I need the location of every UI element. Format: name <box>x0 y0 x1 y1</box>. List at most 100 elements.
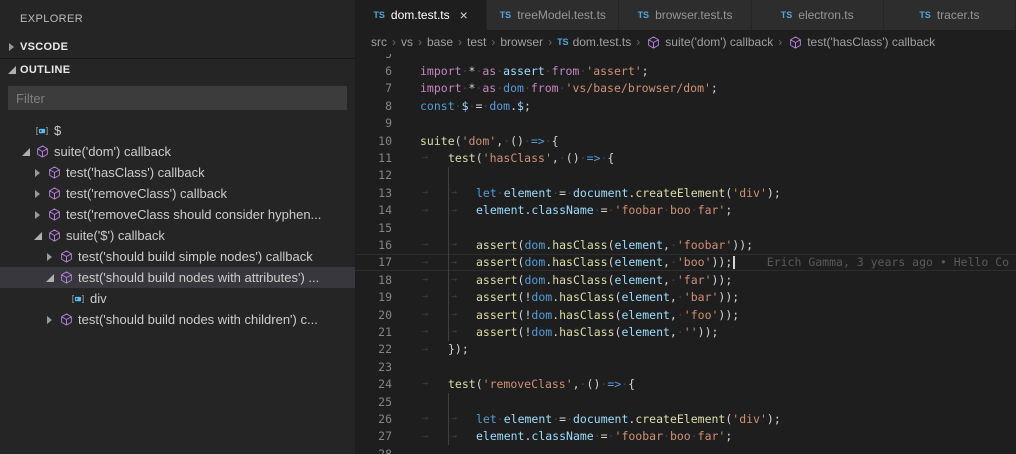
code-line[interactable]: 9 <box>355 115 1016 132</box>
code-line[interactable]: 28 <box>355 445 1016 454</box>
code-line[interactable]: 6 import · * · as · assert · from ·'assert'; <box>355 62 1016 79</box>
outline-item[interactable]: test('removeClass should consider hyphen… <box>0 204 355 225</box>
breadcrumb-item[interactable]: vs <box>401 35 413 49</box>
code-token: dom <box>524 272 546 287</box>
twisty-expanded-icon[interactable] <box>44 273 58 283</box>
code-line[interactable]: 8 const · $ · = · dom. $; <box>355 97 1016 114</box>
code-line[interactable]: 16 → → assert(dom. hasClass(element, ·'foobar… <box>355 236 1016 254</box>
code-token: ( <box>607 255 615 270</box>
tab-browser.test.ts[interactable]: TS browser.test.ts <box>619 0 752 30</box>
code-line[interactable]: 5 <box>355 54 1016 62</box>
code-line[interactable]: 24 → test('removeClass', ·() · => ·{ <box>355 375 1016 392</box>
twisty-collapsed-icon[interactable] <box>44 315 58 325</box>
code-token: => <box>607 377 622 392</box>
outline-item[interactable]: $ <box>0 120 355 141</box>
twisty-collapsed-icon[interactable] <box>44 252 58 262</box>
line-number[interactable]: 27 <box>355 429 392 443</box>
line-number[interactable]: 15 <box>355 221 392 235</box>
code-line[interactable]: 27 → → element. className · = ·'foobar · boo · far'… <box>355 427 1016 445</box>
breadcrumb-item[interactable]: base <box>427 35 453 49</box>
line-number[interactable]: 7 <box>355 81 392 95</box>
line-number[interactable]: 12 <box>355 168 392 182</box>
outline-filter-input[interactable] <box>8 86 347 110</box>
code-line[interactable]: 21 → → assert (! dom. hasClass(element, · '')); <box>355 323 1016 341</box>
breadcrumb-item[interactable]: suite('dom') callback <box>645 34 773 50</box>
code-line[interactable]: 19 → → assert (! dom. hasClass(element, ·'bar')… <box>355 288 1016 306</box>
line-number[interactable]: 23 <box>355 360 392 374</box>
code-line[interactable]: 14 → → element. className · = ·'foobar · boo · far'… <box>355 201 1016 219</box>
outline-item[interactable]: test('should build nodes with children')… <box>0 309 355 330</box>
tab-tracer.ts[interactable]: TS tracer.ts <box>883 0 1016 30</box>
close-icon[interactable]: × <box>460 8 468 22</box>
code-line[interactable]: 18 → → assert(dom. hasClass(element, ·'far'))… <box>355 271 1016 289</box>
twisty-collapsed-icon[interactable] <box>32 189 46 199</box>
breadcrumb-item[interactable]: TS dom.test.ts <box>557 35 631 49</box>
code-line[interactable]: 23 <box>355 358 1016 375</box>
code-token: { <box>607 151 615 166</box>
line-number[interactable]: 25 <box>355 395 392 409</box>
section-outline[interactable]: OUTLINE <box>0 58 355 80</box>
tab-electron.ts[interactable]: TS electron.ts <box>751 0 884 30</box>
line-number[interactable]: 6 <box>355 64 392 78</box>
section-vscode[interactable]: VSCODE <box>0 36 355 58</box>
code-line[interactable]: 13 → → let · element · = · document. createElement… <box>355 184 1016 202</box>
outline-tree: $ suite('dom') callback test('hasClass') c… <box>0 120 355 330</box>
code-line[interactable]: 12 <box>355 166 1016 185</box>
code-token: dom <box>503 81 524 96</box>
code-line[interactable]: 11 → test('hasClass', ·() · => ·{ <box>355 149 1016 166</box>
code-line[interactable]: 15 <box>355 218 1016 237</box>
line-number[interactable]: 17 <box>355 255 392 269</box>
line-number[interactable]: 10 <box>355 134 392 148</box>
breadcrumb-item[interactable]: src <box>371 35 387 49</box>
line-number[interactable]: 14 <box>355 203 392 217</box>
line-number[interactable]: 20 <box>355 308 392 322</box>
whitespace-dot: · <box>669 255 677 270</box>
line-number[interactable]: 9 <box>355 116 392 130</box>
outline-item[interactable]: test('should build simple nodes') callba… <box>0 246 355 267</box>
whitespace-dot: · <box>475 81 483 96</box>
twisty-expanded-icon[interactable] <box>20 147 34 157</box>
twisty-collapsed-icon[interactable] <box>32 168 46 178</box>
tab-whitespace-icon: → <box>422 256 429 268</box>
twisty-expanded-icon[interactable] <box>32 231 46 241</box>
code-token: assert <box>476 324 518 339</box>
section-outline-label: OUTLINE <box>20 63 71 76</box>
outline-item[interactable]: div <box>0 288 355 309</box>
line-number[interactable]: 22 <box>355 342 392 356</box>
code-line[interactable]: 17 → → assert(dom. hasClass(element, ·'boo'))… <box>355 253 1016 272</box>
line-number[interactable]: 11 <box>355 151 392 165</box>
code-line[interactable]: 26 → → let · element · = · document. createElement… <box>355 410 1016 428</box>
line-number[interactable]: 28 <box>355 447 392 454</box>
tab-treeModel.test.ts[interactable]: TS treeModel.test.ts <box>487 0 620 30</box>
line-number[interactable]: 18 <box>355 273 392 287</box>
line-number[interactable]: 8 <box>355 99 392 113</box>
code-token: )); <box>718 307 740 322</box>
tab-whitespace-icon: → <box>422 308 429 320</box>
line-number[interactable]: 13 <box>355 186 392 200</box>
outline-item[interactable]: test('should build nodes with attributes… <box>0 267 355 288</box>
twisty-collapsed-icon[interactable] <box>32 210 46 220</box>
breadcrumb-item[interactable]: test <box>467 35 486 49</box>
line-number[interactable]: 21 <box>355 325 392 339</box>
code-editor[interactable]: 56import·*·as·assert·from·'assert';7impo… <box>355 54 1016 454</box>
code-line[interactable]: 7 import · * · as · dom · from ·'vs/base/browser/d… <box>355 80 1016 97</box>
line-number[interactable]: 5 <box>355 54 392 61</box>
code-token: )); <box>711 272 733 287</box>
line-number[interactable]: 26 <box>355 412 392 426</box>
outline-item[interactable]: test('removeClass') callback <box>0 183 355 204</box>
line-number[interactable]: 19 <box>355 290 392 304</box>
line-number[interactable]: 24 <box>355 377 392 391</box>
outline-item[interactable]: test('hasClass') callback <box>0 162 355 183</box>
breadcrumb-item[interactable]: test('hasClass') callback <box>787 34 935 50</box>
outline-item[interactable]: suite('$') callback <box>0 225 355 246</box>
code-line[interactable]: 20 → → assert (! dom. hasClass(element, ·'foo')… <box>355 305 1016 324</box>
tab-dom.test.ts[interactable]: TS dom.test.ts × <box>355 0 488 30</box>
code-token: 'boo' <box>676 255 712 270</box>
code-line[interactable]: 22 →}); <box>355 341 1016 358</box>
code-line[interactable]: 25 <box>355 392 1016 411</box>
code-line[interactable]: 10 suite('dom', ·() · => ·{ <box>355 132 1016 149</box>
chevron-expanded-icon <box>6 65 20 75</box>
line-number[interactable]: 16 <box>355 238 392 252</box>
outline-item[interactable]: suite('dom') callback <box>0 141 355 162</box>
breadcrumb-item[interactable]: browser <box>500 35 543 49</box>
